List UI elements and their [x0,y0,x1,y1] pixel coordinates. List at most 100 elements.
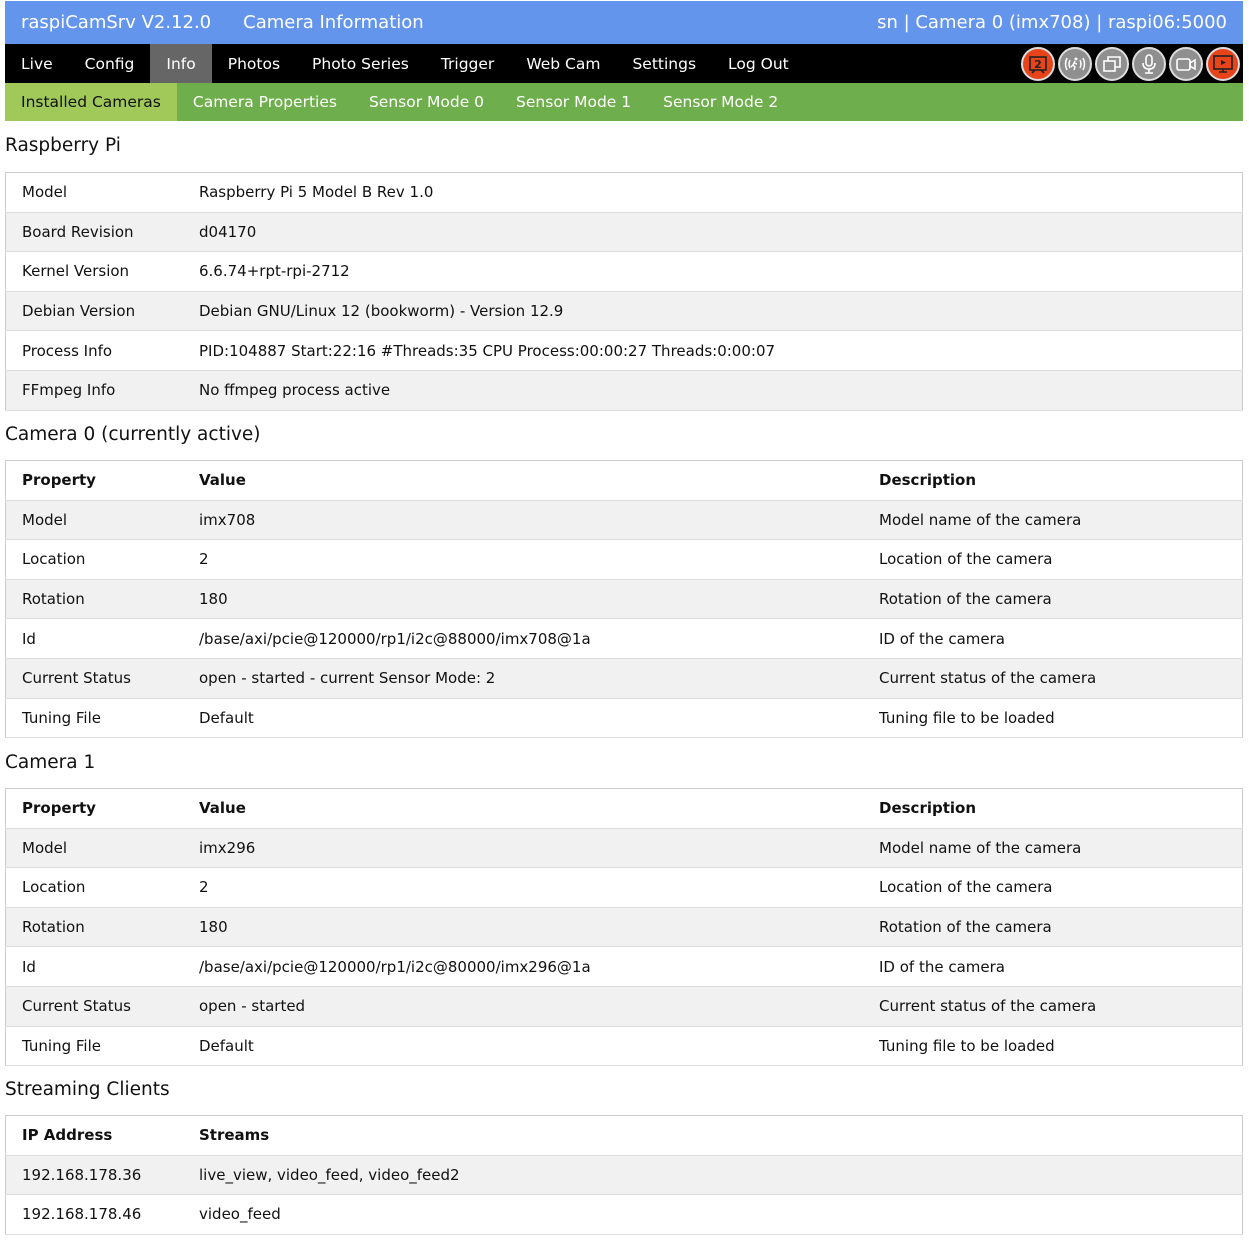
subnav-sensor-mode-2[interactable]: Sensor Mode 2 [647,83,794,121]
value-cell: PID:104887 Start:22:16 #Threads:35 CPU P… [183,330,1243,371]
table-row: Current Status open - started Current st… [5,986,1243,1027]
property-cell: Kernel Version [5,251,183,292]
description-cell: Current status of the camera [863,986,1243,1027]
property-cell: Current Status [5,986,183,1027]
description-cell: Location of the camera [863,539,1243,580]
nav-settings[interactable]: Settings [616,44,712,83]
table-row: Kernel Version 6.6.74+rpt-rpi-2712 [5,251,1243,292]
property-cell: Current Status [5,658,183,699]
main-nav: Live Config Info Photos Photo Series Tri… [5,44,1243,83]
nav-label: Settings [632,54,697,73]
nav-photo-series[interactable]: Photo Series [296,44,425,83]
column-header: Property [5,788,183,829]
nav-label: Photos [227,54,281,73]
description-cell: Tuning file to be loaded [863,1026,1243,1067]
streaming-clients-table: IP Address Streams 192.168.178.36 live_v… [5,1115,1243,1235]
microphone-button[interactable] [1132,46,1166,81]
streaming-screen-icon [1213,54,1233,73]
description-cell: Tuning file to be loaded [863,698,1243,739]
raspberry-pi-table: Model Raspberry Pi 5 Model B Rev 1.0 Boa… [5,172,1243,411]
ip-address-cell: 192.168.178.36 [5,1155,183,1196]
subnav-installed-cameras[interactable]: Installed Cameras [5,83,177,121]
subnav-label: Sensor Mode 1 [516,93,632,111]
table-row: Tuning File Default Tuning file to be lo… [5,698,1243,739]
table-row: Rotation 180 Rotation of the camera [5,907,1243,948]
table-row: Id /base/axi/pcie@120000/rp1/i2c@88000/i… [5,618,1243,659]
nav-label: Web Cam [526,54,601,73]
multi-camera-button[interactable] [1095,46,1129,81]
subnav-sensor-mode-1[interactable]: Sensor Mode 1 [500,83,647,121]
subnav-camera-properties[interactable]: Camera Properties [177,83,353,121]
table-row: Model imx296 Model name of the camera [5,828,1243,869]
subnav-label: Sensor Mode 0 [368,93,485,111]
value-cell: 6.6.74+rpt-rpi-2712 [183,251,1243,292]
column-header: Value [183,788,863,829]
value-cell: 2 [183,867,863,908]
camera-status: sn | Camera 0 (imx708) | raspi06:5000 [877,12,1227,33]
subnav-label: Sensor Mode 2 [663,93,779,111]
description-cell: Location of the camera [863,867,1243,908]
property-cell: Rotation [5,907,183,948]
table-row: Location 2 Location of the camera [5,867,1243,908]
motion-trigger-button[interactable] [1058,46,1092,81]
value-cell: Default [183,1026,863,1067]
description-cell: Current status of the camera [863,658,1243,699]
table-row: 192.168.178.46 video_feed [5,1194,1243,1235]
property-cell: Process Info [5,330,183,371]
nav-trigger[interactable]: Trigger [425,44,510,83]
status-icon-row: 2 [1021,44,1243,83]
column-header: Value [183,460,863,501]
table-row: Process Info PID:104887 Start:22:16 #Thr… [5,330,1243,371]
table-header-row: Property Value Description [5,788,1243,829]
streams-cell: live_view, video_feed, video_feed2 [183,1155,1243,1196]
section-title-streaming-clients: Streaming Clients [5,1079,170,1100]
property-cell: Model [5,828,183,869]
camera-count-badge: 2 [1034,58,1042,71]
property-cell: Location [5,539,183,580]
table-row: Id /base/axi/pcie@120000/rp1/i2c@80000/i… [5,946,1243,987]
nav-label: Info [166,54,196,73]
camera-1-table: Property Value Description Model imx296 … [5,788,1243,1067]
section-title-camera-1: Camera 1 [5,752,96,773]
nav-info[interactable]: Info [150,44,212,83]
column-header: IP Address [5,1115,183,1156]
camera-count-2-icon: 2 [1029,55,1047,74]
nav-config[interactable]: Config [69,44,151,83]
app-title[interactable]: raspiCamSrv V2.12.0 [21,12,211,33]
column-header: Description [863,788,1243,829]
nav-label: Photo Series [312,54,409,73]
subnav-sensor-mode-0[interactable]: Sensor Mode 0 [353,83,500,121]
streams-cell: video_feed [183,1194,1243,1235]
video-recording-button[interactable] [1169,46,1203,81]
subnav-label: Installed Cameras [21,93,161,111]
table-row: Board Revision d04170 [5,212,1243,253]
value-cell: imx708 [183,500,863,541]
nav-log-out[interactable]: Log Out [712,44,805,83]
value-cell: open - started [183,986,863,1027]
description-cell: ID of the camera [863,618,1243,659]
nav-label: Config [84,54,135,73]
table-row: Rotation 180 Rotation of the camera [5,579,1243,620]
value-cell: Debian GNU/Linux 12 (bookworm) - Version… [183,291,1243,332]
column-header: Property [5,460,183,501]
column-header: Streams [183,1115,1243,1156]
value-cell: imx296 [183,828,863,869]
property-cell: Debian Version [5,291,183,332]
streaming-button[interactable] [1206,46,1240,81]
table-row: 192.168.178.36 live_view, video_feed, vi… [5,1155,1243,1196]
nav-live[interactable]: Live [5,44,69,83]
camera-count-button[interactable]: 2 [1021,46,1055,81]
property-cell: FFmpeg Info [5,370,183,411]
microphone-icon [1142,53,1156,74]
table-row: Current Status open - started - current … [5,658,1243,699]
value-cell: 180 [183,579,863,620]
nav-photos[interactable]: Photos [212,44,296,83]
value-cell: 2 [183,539,863,580]
column-header: Description [863,460,1243,501]
camera-0-table: Property Value Description Model imx708 … [5,460,1243,739]
value-cell: /base/axi/pcie@120000/rp1/i2c@80000/imx2… [183,946,863,987]
value-cell: open - started - current Sensor Mode: 2 [183,658,863,699]
table-header-row: Property Value Description [5,460,1243,501]
ip-address-cell: 192.168.178.46 [5,1194,183,1235]
nav-web-cam[interactable]: Web Cam [510,44,616,83]
